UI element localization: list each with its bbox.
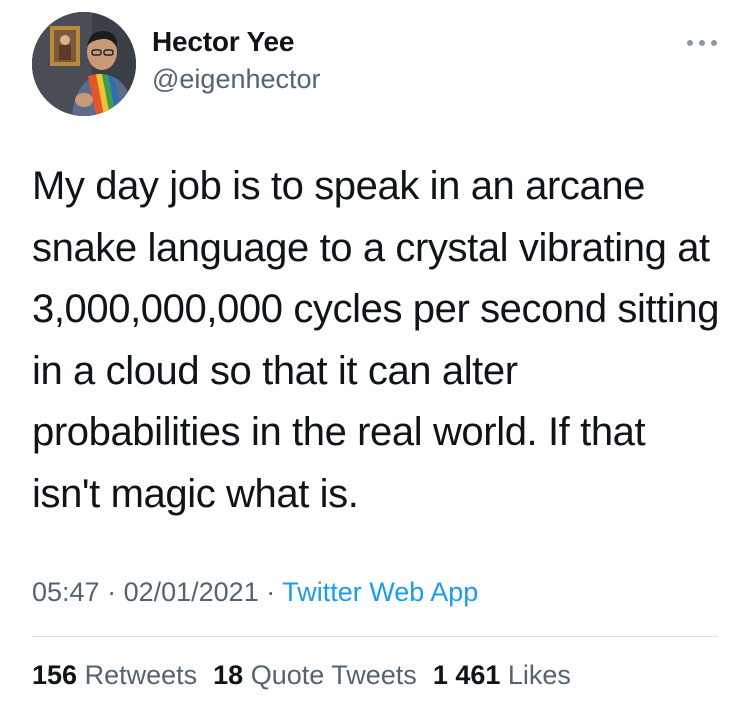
tweet-stats: 156 Retweets 18 Quote Tweets 1 461 Likes bbox=[32, 657, 571, 693]
retweets-link[interactable]: 156 Retweets bbox=[32, 660, 197, 690]
avatar[interactable] bbox=[32, 12, 136, 116]
more-horizontal-icon bbox=[687, 40, 717, 46]
quote-tweets-link[interactable]: 18 Quote Tweets bbox=[213, 660, 417, 690]
likes-count: 1 461 bbox=[432, 660, 501, 690]
likes-label: Likes bbox=[507, 660, 571, 690]
avatar-image bbox=[32, 12, 136, 116]
tweet-text: My day job is to speak in an arcane snak… bbox=[32, 164, 720, 516]
meta-separator: · bbox=[258, 577, 283, 607]
more-options-button[interactable] bbox=[684, 36, 720, 48]
tweet-date[interactable]: 02/01/2021 bbox=[124, 577, 259, 607]
retweets-label: Retweets bbox=[84, 660, 198, 690]
tweet-time[interactable]: 05:47 bbox=[32, 577, 100, 607]
divider bbox=[32, 636, 718, 637]
author-name[interactable]: Hector Yee bbox=[152, 24, 294, 60]
tweet-metadata: 05:47 · 02/01/2021 · Twitter Web App bbox=[32, 574, 478, 610]
likes-link[interactable]: 1 461 Likes bbox=[433, 660, 571, 690]
meta-separator: · bbox=[99, 577, 124, 607]
tweet-source-link[interactable]: Twitter Web App bbox=[282, 577, 478, 607]
quote-tweets-label: Quote Tweets bbox=[250, 660, 417, 690]
retweets-count: 156 bbox=[32, 660, 78, 690]
quote-tweets-count: 18 bbox=[213, 660, 244, 690]
tweet-card: Hector Yee @eigenhector My day job is to… bbox=[0, 0, 750, 707]
author-handle[interactable]: @eigenhector bbox=[152, 62, 321, 96]
